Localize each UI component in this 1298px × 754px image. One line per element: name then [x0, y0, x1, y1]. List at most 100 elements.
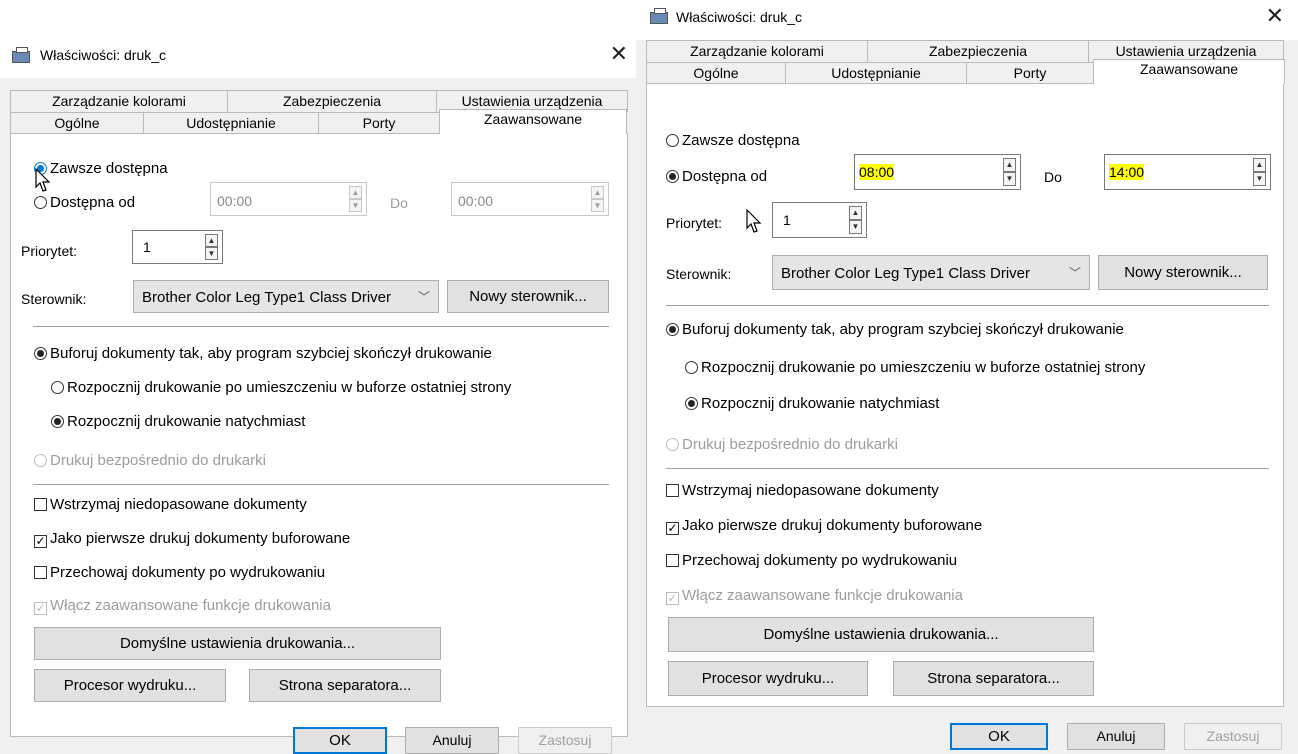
keep-printed-checkbox[interactable]	[666, 554, 679, 567]
available-from-option[interactable]: Dostępna od	[34, 194, 135, 212]
tab-general[interactable]: Ogólne	[646, 62, 786, 84]
keep-printed-label: Przechowaj dokumenty po wydrukowaniu	[682, 552, 958, 569]
tab-ports[interactable]: Porty	[318, 112, 440, 134]
spool-after-last-radio[interactable]	[51, 381, 64, 394]
tab-sharing[interactable]: Udostępnianie	[785, 62, 967, 84]
spin-up-icon[interactable]: ▲	[205, 234, 218, 247]
keep-printed-option[interactable]: Przechowaj dokumenty po wydrukowaniu	[666, 552, 957, 570]
spooled-first-checkbox[interactable]: ✓	[34, 535, 47, 548]
spool-after-last-label: Rozpocznij drukowanie po umieszczeniu w …	[67, 379, 512, 396]
separator-page-button[interactable]: Strona separatora...	[249, 669, 441, 702]
from-time-spinner[interactable]: 08:00 ▲ ▼	[854, 154, 1021, 190]
spool-radio[interactable]	[666, 323, 679, 336]
new-driver-button[interactable]: Nowy sterownik...	[447, 280, 609, 313]
spin-up-icon[interactable]: ▲	[849, 206, 862, 220]
apply-button[interactable]: Zastosuj	[518, 727, 612, 754]
tab-ports[interactable]: Porty	[966, 62, 1094, 84]
spool-after-last-option[interactable]: Rozpocznij drukowanie po umieszczeniu w …	[51, 379, 511, 397]
spool-immediately-radio[interactable]	[51, 415, 64, 428]
hold-mismatched-checkbox[interactable]	[34, 498, 47, 511]
apply-button[interactable]: Zastosuj	[1184, 723, 1282, 750]
hold-mismatched-option[interactable]: Wstrzymaj niedopasowane dokumenty	[666, 482, 939, 500]
spin-up-icon[interactable]: ▲	[349, 186, 362, 199]
direct-print-option[interactable]: Drukuj bezpośrednio do drukarki	[666, 436, 898, 454]
available-from-radio[interactable]	[666, 170, 679, 183]
spool-option[interactable]: Buforuj dokumenty tak, aby program szybc…	[666, 321, 1124, 339]
hold-mismatched-label: Wstrzymaj niedopasowane dokumenty	[50, 496, 307, 513]
always-available-radio[interactable]	[666, 134, 679, 147]
spin-down-icon[interactable]: ▼	[349, 199, 362, 212]
priority-spinner[interactable]: 1 ▲ ▼	[132, 230, 223, 264]
spool-immediately-radio[interactable]	[685, 397, 698, 410]
tab-advanced[interactable]: Zaawansowane	[439, 109, 627, 134]
driver-select[interactable]: Brother Color Leg Type1 Class Driver ﹀	[133, 280, 439, 313]
from-time-spinner[interactable]: 00:00 ▲ ▼	[210, 182, 367, 216]
tab-advanced[interactable]: Zaawansowane	[1093, 59, 1285, 84]
hold-mismatched-checkbox[interactable]	[666, 484, 679, 497]
cancel-button[interactable]: Anuluj	[405, 727, 499, 754]
ok-button[interactable]: OK	[293, 727, 387, 754]
advanced-features-checkbox[interactable]: ✓	[34, 602, 47, 615]
spin-down-icon[interactable]: ▼	[1253, 172, 1266, 186]
tab-sharing[interactable]: Udostępnianie	[143, 112, 319, 134]
spin-up-icon[interactable]: ▲	[1003, 158, 1016, 172]
spool-option[interactable]: Buforuj dokumenty tak, aby program szybc…	[34, 345, 492, 363]
direct-print-radio[interactable]	[666, 438, 679, 451]
to-time-spinner[interactable]: 00:00 ▲ ▼	[451, 182, 609, 216]
spool-after-last-radio[interactable]	[685, 361, 698, 374]
separator-page-button[interactable]: Strona separatora...	[893, 661, 1094, 696]
tab-security[interactable]: Zabezpieczenia	[227, 90, 437, 112]
hold-mismatched-option[interactable]: Wstrzymaj niedopasowane dokumenty	[34, 496, 307, 514]
printing-defaults-button[interactable]: Domyślne ustawienia drukowania...	[668, 617, 1094, 652]
advanced-features-option[interactable]: ✓ Włącz zaawansowane funkcje drukowania	[666, 587, 963, 605]
advanced-features-checkbox[interactable]: ✓	[666, 592, 679, 605]
spooled-first-option[interactable]: ✓ Jako pierwsze drukuj dokumenty buforowa…	[666, 517, 982, 535]
new-driver-button[interactable]: Nowy sterownik...	[1098, 255, 1268, 290]
always-available-option[interactable]: Zawsze dostępna	[666, 132, 800, 150]
always-available-label: Zawsze dostępna	[50, 160, 168, 177]
spin-up-icon[interactable]: ▲	[591, 186, 604, 199]
spooled-first-option[interactable]: ✓ Jako pierwsze drukuj dokumenty buforowa…	[34, 530, 350, 548]
keep-printed-option[interactable]: Przechowaj dokumenty po wydrukowaniu	[34, 564, 325, 582]
mouse-cursor-icon	[35, 168, 51, 192]
available-from-radio[interactable]	[34, 196, 47, 209]
print-processor-button[interactable]: Procesor wydruku...	[668, 661, 868, 696]
cancel-button[interactable]: Anuluj	[1067, 723, 1165, 750]
spin-down-icon[interactable]: ▼	[205, 247, 218, 260]
to-time-spinner[interactable]: 14:00 ▲ ▼	[1104, 154, 1271, 190]
close-icon[interactable]: ✕	[1266, 3, 1284, 29]
to-time-text: 14:00	[1109, 164, 1145, 180]
spin-down-icon[interactable]: ▼	[849, 220, 862, 234]
to-label: Do	[390, 195, 408, 211]
direct-print-radio[interactable]	[34, 454, 47, 467]
spool-after-last-option[interactable]: Rozpocznij drukowanie po umieszczeniu w …	[685, 359, 1145, 377]
driver-select[interactable]: Brother Color Leg Type1 Class Driver ﹀	[772, 255, 1090, 290]
spooled-first-checkbox[interactable]: ✓	[666, 522, 679, 535]
ok-button[interactable]: OK	[950, 723, 1048, 750]
spin-down-icon[interactable]: ▼	[591, 199, 604, 212]
hold-mismatched-label: Wstrzymaj niedopasowane dokumenty	[682, 482, 939, 499]
print-processor-button[interactable]: Procesor wydruku...	[34, 669, 226, 702]
spool-immediately-option[interactable]: Rozpocznij drukowanie natychmiast	[51, 413, 305, 431]
printer-icon	[650, 8, 668, 24]
printing-defaults-button[interactable]: Domyślne ustawienia drukowania...	[34, 627, 441, 660]
spin-down-icon[interactable]: ▼	[1003, 172, 1016, 186]
keep-printed-checkbox[interactable]	[34, 566, 47, 579]
close-icon[interactable]: ✕	[610, 41, 628, 67]
spin-up-icon[interactable]: ▲	[1253, 158, 1266, 172]
from-time-value: 08:00	[859, 164, 895, 180]
driver-value: Brother Color Leg Type1 Class Driver	[142, 289, 391, 306]
title-bar: Właściwości: druk_c ✕	[0, 34, 642, 78]
advanced-features-option[interactable]: ✓ Włącz zaawansowane funkcje drukowania	[34, 597, 331, 615]
tab-color-management[interactable]: Zarządzanie kolorami	[646, 40, 868, 62]
tab-color-management[interactable]: Zarządzanie kolorami	[10, 90, 228, 112]
available-from-option[interactable]: Dostępna od	[666, 168, 767, 186]
tab-security[interactable]: Zabezpieczenia	[867, 40, 1089, 62]
spool-radio[interactable]	[34, 347, 47, 360]
tab-general[interactable]: Ogólne	[10, 112, 144, 134]
spool-immediately-option[interactable]: Rozpocznij drukowanie natychmiast	[685, 395, 939, 413]
keep-printed-label: Przechowaj dokumenty po wydrukowaniu	[50, 564, 326, 581]
direct-print-option[interactable]: Drukuj bezpośrednio do drukarki	[34, 452, 266, 470]
priority-spinner[interactable]: 1 ▲ ▼	[772, 202, 867, 238]
spooled-first-label: Jako pierwsze drukuj dokumenty buforowan…	[682, 517, 983, 534]
